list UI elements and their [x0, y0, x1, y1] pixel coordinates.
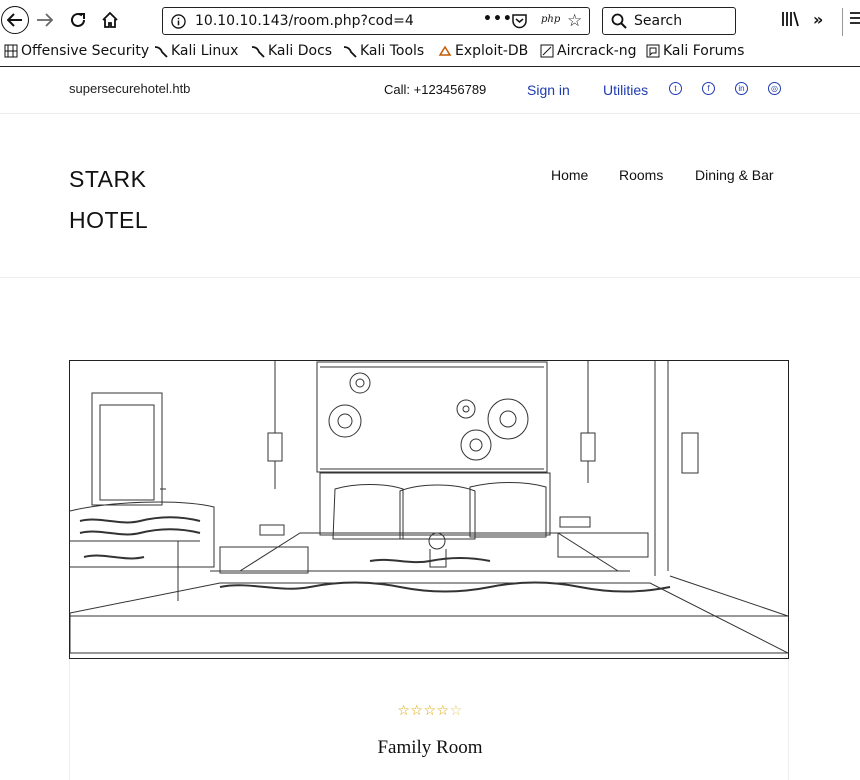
- room-card: ☆☆☆☆☆ Family Room: [69, 659, 789, 780]
- logo-line-1: STARK: [69, 166, 147, 192]
- aircrack-icon: [540, 44, 554, 58]
- rating-stars: ☆☆☆☆☆: [70, 703, 790, 719]
- browser-toolbar: 10.10.10.143/room.php?cod=4 ••• php ☆ Se…: [0, 0, 860, 42]
- instagram-icon[interactable]: ◎: [768, 82, 781, 95]
- bookmark-favicon-icon: [4, 44, 18, 58]
- reload-icon: [71, 12, 85, 27]
- star-icon: ☆: [410, 703, 424, 719]
- home-button[interactable]: [99, 9, 121, 31]
- site-header: STARK HOTEL Home Rooms Dining & Bar: [0, 113, 860, 278]
- forum-icon: [646, 44, 660, 58]
- nav-dining-bar[interactable]: Dining & Bar: [695, 167, 774, 183]
- linkedin-icon[interactable]: in: [735, 82, 748, 95]
- bookmark-star-icon[interactable]: ☆: [567, 11, 582, 31]
- kali-dragon-icon: [343, 46, 357, 58]
- bookmark-aircrack-ng[interactable]: Aircrack-ng: [540, 43, 637, 59]
- exploit-db-icon: [438, 45, 452, 56]
- star-empty-icon: ☆: [449, 703, 463, 719]
- home-icon: [102, 11, 118, 28]
- page-actions-icon[interactable]: •••: [483, 11, 513, 27]
- bookmark-offensive-security[interactable]: Offensive Security: [4, 43, 149, 59]
- call-number: Call: +123456789: [384, 82, 487, 97]
- arrow-left-icon: [7, 13, 22, 27]
- bookmark-kali-linux[interactable]: Kali Linux: [154, 43, 238, 59]
- room-photo-sketch: [70, 361, 788, 654]
- library-icon[interactable]: [781, 10, 799, 32]
- nav-rooms[interactable]: Rooms: [619, 167, 663, 183]
- logo-line-2: HOTEL: [69, 207, 149, 233]
- sign-in-link[interactable]: Sign in: [527, 82, 570, 98]
- bookmark-kali-tools[interactable]: Kali Tools: [343, 43, 424, 59]
- url-bar[interactable]: 10.10.10.143/room.php?cod=4 ••• php ☆: [162, 7, 590, 35]
- back-button[interactable]: [1, 6, 29, 34]
- site-domain: supersecurehotel.htb: [69, 81, 191, 96]
- top-info-bar: supersecurehotel.htb Call: +123456789 Si…: [0, 67, 860, 114]
- toolbar-divider: [842, 8, 843, 36]
- menu-icon[interactable]: [850, 10, 860, 30]
- kali-dragon-icon: [154, 46, 168, 58]
- facebook-icon[interactable]: f: [702, 82, 715, 95]
- search-bar[interactable]: Search: [602, 7, 736, 35]
- hotel-logo[interactable]: STARK HOTEL: [69, 159, 148, 241]
- info-icon[interactable]: [171, 14, 186, 29]
- forward-button[interactable]: [34, 9, 56, 31]
- nav-home[interactable]: Home: [551, 167, 588, 183]
- php-badge[interactable]: php: [541, 14, 560, 25]
- twitter-icon[interactable]: t: [669, 82, 682, 95]
- bookmarks-bar: Offensive Security Kali Linux Kali Docs …: [0, 42, 860, 67]
- star-icon: ☆: [423, 703, 437, 719]
- bookmark-kali-docs[interactable]: Kali Docs: [251, 43, 332, 59]
- bookmark-exploit-db[interactable]: Exploit-DB: [438, 43, 528, 59]
- room-photo: [69, 360, 789, 659]
- search-icon: [611, 13, 627, 29]
- star-icon: ☆: [436, 703, 450, 719]
- bookmark-kali-forums[interactable]: Kali Forums: [646, 43, 744, 59]
- url-text[interactable]: 10.10.10.143/room.php?cod=4: [195, 13, 414, 29]
- search-placeholder: Search: [634, 13, 683, 29]
- utilities-link[interactable]: Utilities: [603, 82, 648, 98]
- kali-dragon-icon: [251, 46, 265, 58]
- overflow-chevron-icon[interactable]: »: [813, 10, 823, 29]
- arrow-right-icon: [37, 13, 54, 27]
- hotel-page: supersecurehotel.htb Call: +123456789 Si…: [0, 67, 860, 780]
- star-icon: ☆: [397, 703, 411, 719]
- reload-button[interactable]: [67, 9, 89, 31]
- room-title: Family Room: [377, 737, 483, 758]
- pocket-icon[interactable]: [511, 13, 528, 29]
